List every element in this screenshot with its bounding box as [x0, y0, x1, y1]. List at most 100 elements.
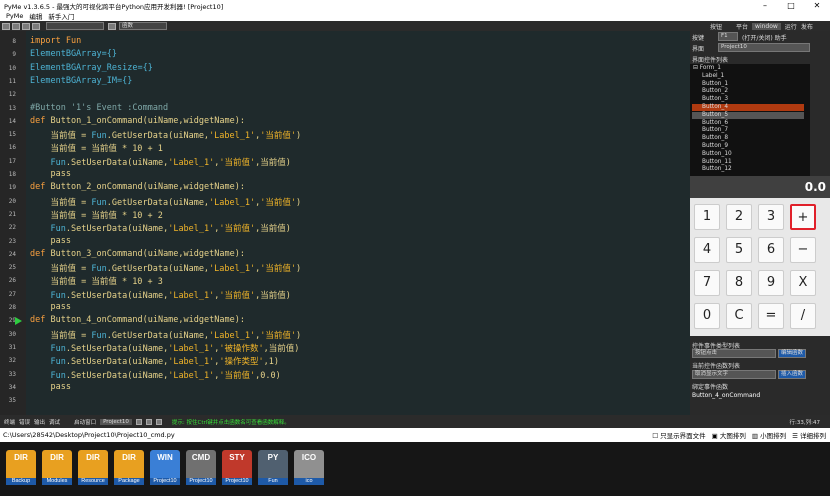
tree-item-button_4[interactable]: Button_4: [702, 104, 728, 110]
option-large-icons[interactable]: ▣ 大图排列: [712, 430, 746, 440]
tree-item-button_3[interactable]: Button_3: [702, 96, 728, 102]
code-line[interactable]: 当前值 = Fun.GetUserData(uiName,'Label_1','…: [30, 196, 301, 208]
tab-button[interactable]: 按钮: [710, 22, 722, 31]
menu-pyme[interactable]: PyMe: [6, 12, 23, 20]
dock-item-resource[interactable]: DIR Resource: [78, 450, 108, 485]
dock-item-backup[interactable]: DIR Backup: [6, 450, 36, 485]
tree-item-button_9[interactable]: Button_9: [702, 143, 728, 149]
code-line[interactable]: 当前值 = Fun.GetUserData(uiName,'Label_1','…: [30, 129, 301, 141]
calc-button-C[interactable]: C: [726, 303, 752, 329]
tab-debug[interactable]: 调试: [49, 418, 60, 426]
platform-select[interactable]: window: [752, 22, 781, 30]
code-line[interactable]: def Button_4_onCommand(uiName,widgetName…: [30, 315, 245, 325]
option-interface-only[interactable]: ☐ 只显示界面文件: [652, 430, 705, 440]
tree-item-button_11[interactable]: Button_11: [702, 159, 732, 165]
calc-button-3[interactable]: 3: [758, 204, 784, 230]
code-line[interactable]: 当前值 = 当前值 * 10 + 3: [30, 275, 162, 287]
publish-button[interactable]: 发布: [801, 22, 813, 31]
minimize-icon[interactable]: –: [752, 0, 778, 11]
tree-item-button_5[interactable]: Button_5: [702, 112, 728, 118]
calc-button-X[interactable]: X: [790, 270, 816, 296]
stop-icon[interactable]: [145, 418, 152, 425]
calc-button-2[interactable]: 2: [726, 204, 752, 230]
code-line[interactable]: pass: [30, 169, 70, 179]
code-line[interactable]: ElementBGArray_IM={}: [30, 76, 132, 86]
code-line[interactable]: pass: [30, 236, 70, 246]
calc-button-7[interactable]: 7: [694, 270, 720, 296]
tree-item-form_1[interactable]: ⊟ Form_1: [693, 65, 721, 71]
nav-icon[interactable]: [108, 22, 116, 30]
code-line[interactable]: #Button '1's Event :Command: [30, 103, 168, 113]
calc-button-/[interactable]: /: [790, 303, 816, 329]
code-line[interactable]: Fun.SetUserData(uiName,'Label_1','当前值',当…: [30, 289, 290, 301]
start-window-select[interactable]: Project10: [100, 418, 132, 425]
code-line[interactable]: 当前值 = Fun.GetUserData(uiName,'Label_1','…: [30, 329, 301, 341]
dock-item-project10[interactable]: CMD Project10: [186, 450, 216, 485]
option-details[interactable]: ☰ 详细排列: [792, 430, 826, 440]
play-icon[interactable]: [135, 418, 142, 425]
ui-select[interactable]: Project10: [718, 43, 810, 52]
insert-function-button[interactable]: 插入函数: [778, 370, 806, 379]
code-line[interactable]: Fun.SetUserData(uiName,'Label_1','当前值',当…: [30, 156, 290, 168]
step-icon[interactable]: [155, 418, 162, 425]
dock-item-modules[interactable]: DIR Modules: [42, 450, 72, 485]
tree-item-button_7[interactable]: Button_7: [702, 127, 728, 133]
new-file-icon[interactable]: [2, 22, 10, 30]
calc-button-4[interactable]: 4: [694, 237, 720, 263]
widget-tree[interactable]: ⊟ Form_1 Label_1 Button_1 Button_2 Button_3 B…: [690, 64, 810, 176]
code-line[interactable]: ElementBGArray={}: [30, 49, 117, 59]
tab-output[interactable]: 输出: [34, 418, 45, 426]
calc-button-6[interactable]: 6: [758, 237, 784, 263]
menu-edit[interactable]: 编辑: [29, 11, 42, 21]
close-icon[interactable]: ✕: [804, 0, 830, 11]
calc-button-8[interactable]: 8: [726, 270, 752, 296]
tree-item-button_8[interactable]: Button_8: [702, 135, 728, 141]
calc-button-1[interactable]: 1: [694, 204, 720, 230]
breakpoint-arrow-icon[interactable]: [15, 317, 22, 325]
code-line[interactable]: Fun.SetUserData(uiName,'Label_1','当前值',当…: [30, 222, 290, 234]
class-select[interactable]: [46, 22, 104, 30]
tree-item-label_1[interactable]: Label_1: [702, 73, 724, 79]
option-small-icons[interactable]: ▥ 小图排列: [752, 430, 786, 440]
code-line[interactable]: Fun.SetUserData(uiName,'Label_1','当前值',0…: [30, 369, 280, 381]
dock-item-fun[interactable]: PY Fun: [258, 450, 288, 485]
tree-item-button_1[interactable]: Button_1: [702, 81, 728, 87]
calc-button-+[interactable]: +: [790, 204, 816, 230]
calc-button-=[interactable]: =: [758, 303, 784, 329]
tab-errors[interactable]: 错误: [19, 418, 30, 426]
run-button[interactable]: 运行: [785, 22, 797, 31]
tree-item-button_12[interactable]: Button_12: [702, 166, 732, 172]
code-line[interactable]: Fun.SetUserData(uiName,'Label_1','操作类型',…: [30, 355, 279, 367]
code-line[interactable]: ElementBGArray_Resize={}: [30, 63, 153, 73]
code-line[interactable]: 当前值 = 当前值 * 10 + 2: [30, 209, 162, 221]
code-line[interactable]: import Fun: [30, 36, 81, 46]
dock-item-project10[interactable]: STY Project10: [222, 450, 252, 485]
edit-function-button[interactable]: 编辑函数: [778, 349, 806, 358]
hotkey-select[interactable]: F1: [718, 32, 738, 41]
save-icon[interactable]: [22, 22, 30, 30]
code-line[interactable]: 当前值 = Fun.GetUserData(uiName,'Label_1','…: [30, 262, 301, 274]
dock-item-package[interactable]: DIR Package: [114, 450, 144, 485]
tab-terminal[interactable]: 终端: [4, 418, 15, 426]
code-line[interactable]: Fun.SetUserData(uiName,'Label_1','被操作数',…: [30, 342, 299, 354]
calc-button-5[interactable]: 5: [726, 237, 752, 263]
current-path[interactable]: C:\Users\28542\Desktop\Project10\Project…: [3, 431, 175, 439]
tab-platform[interactable]: 平台: [736, 22, 748, 31]
menu-tutorial[interactable]: 新手入门: [48, 11, 74, 21]
tree-item-button_6[interactable]: Button_6: [702, 120, 728, 126]
maximize-icon[interactable]: □: [778, 0, 804, 11]
calc-button-−[interactable]: −: [790, 237, 816, 263]
function-select[interactable]: 函数: [119, 22, 167, 30]
code-line[interactable]: def Button_3_onCommand(uiName,widgetName…: [30, 249, 245, 259]
calc-button-0[interactable]: 0: [694, 303, 720, 329]
calc-button-9[interactable]: 9: [758, 270, 784, 296]
current-func-select[interactable]: 取消显示文字: [692, 370, 776, 379]
code-line[interactable]: pass: [30, 302, 70, 312]
code-line[interactable]: pass: [30, 382, 70, 392]
open-file-icon[interactable]: [12, 22, 20, 30]
code-line[interactable]: def Button_2_onCommand(uiName,widgetName…: [30, 182, 245, 192]
save-all-icon[interactable]: [32, 22, 40, 30]
tree-item-button_10[interactable]: Button_10: [702, 151, 732, 157]
event-type-select[interactable]: 按钮点击: [692, 349, 776, 358]
dock-item-ico[interactable]: ICO ico: [294, 450, 324, 485]
